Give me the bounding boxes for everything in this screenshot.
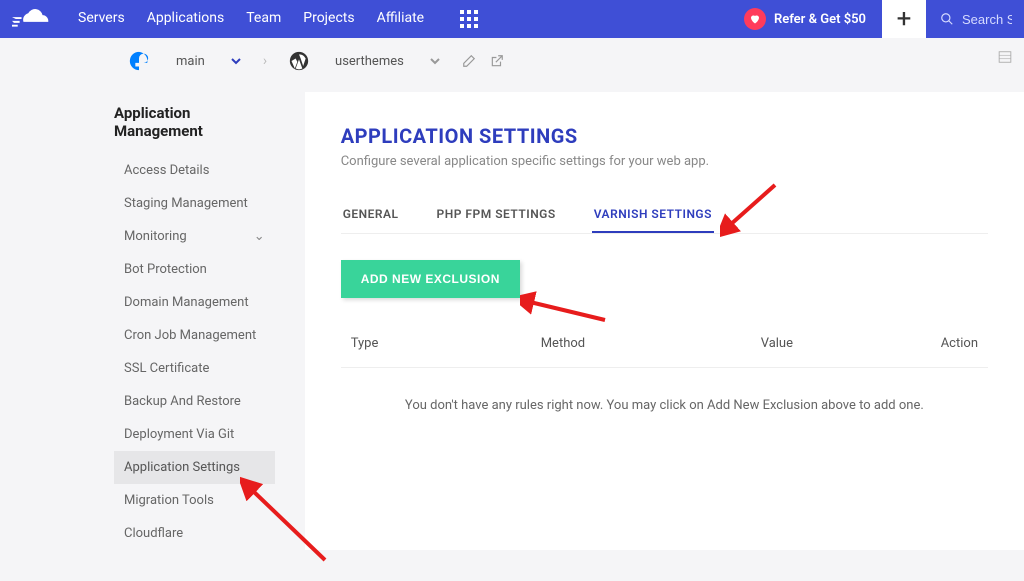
col-type: Type [351, 336, 541, 351]
table-header: Type Method Value Action [341, 320, 988, 367]
server-name: main [176, 54, 205, 69]
list-view-icon[interactable] [998, 50, 1012, 64]
sidebar-item-cloudflare[interactable]: Cloudflare [114, 517, 275, 550]
col-value: Value [761, 336, 941, 351]
nav-team[interactable]: Team [246, 10, 281, 28]
sidebar-item-appsettings[interactable]: Application Settings [114, 451, 275, 484]
breadcrumb: main › userthemes [0, 38, 1024, 84]
sidebar-item-access[interactable]: Access Details [114, 154, 275, 187]
sidebar-item-bot[interactable]: Bot Protection [114, 253, 275, 286]
nav-projects[interactable]: Projects [303, 10, 354, 28]
sidebar: Application Management Access Details St… [114, 84, 275, 550]
chevron-down-icon [231, 56, 241, 66]
app-name: userthemes [335, 54, 404, 69]
page-subtitle: Configure several application specific s… [341, 154, 988, 169]
search-box[interactable] [926, 12, 1012, 27]
sidebar-title: Application Management [114, 104, 275, 140]
server-selector[interactable]: main [120, 46, 249, 76]
sidebar-item-backup[interactable]: Backup And Restore [114, 385, 275, 418]
sidebar-item-staging[interactable]: Staging Management [114, 187, 275, 220]
add-exclusion-button[interactable]: ADD NEW EXCLUSION [341, 260, 520, 298]
chevron-right-icon: › [263, 53, 267, 69]
sidebar-item-migration[interactable]: Migration Tools [114, 484, 275, 517]
app-selector[interactable]: userthemes [281, 47, 448, 75]
empty-state: You don't have any rules right now. You … [341, 367, 988, 443]
chevron-down-icon: ⌄ [254, 229, 265, 244]
sidebar-item-domain[interactable]: Domain Management [114, 286, 275, 319]
external-link-icon[interactable] [490, 54, 504, 68]
sidebar-item-label: Monitoring [124, 229, 187, 244]
sidebar-item-cron[interactable]: Cron Job Management [114, 319, 275, 352]
edit-icon[interactable] [462, 54, 476, 68]
main-panel: APPLICATION SETTINGS Configure several a… [305, 92, 1024, 550]
sidebar-item-ssl[interactable]: SSL Certificate [114, 352, 275, 385]
page-title: APPLICATION SETTINGS [341, 124, 988, 148]
top-nav: Servers Applications Team Projects Affil… [78, 10, 744, 28]
refer-label: Refer & Get $50 [774, 12, 866, 27]
tab-general[interactable]: GENERAL [341, 197, 401, 233]
search-icon [940, 12, 954, 26]
wordpress-icon [289, 51, 309, 71]
add-button[interactable]: + [882, 0, 926, 38]
col-action: Action [941, 336, 978, 351]
nav-affiliate[interactable]: Affiliate [377, 10, 425, 28]
tab-phpfpm[interactable]: PHP FPM SETTINGS [435, 197, 558, 233]
search-input[interactable] [962, 12, 1012, 27]
sidebar-item-deploy[interactable]: Deployment Via Git [114, 418, 275, 451]
nav-servers[interactable]: Servers [78, 10, 125, 28]
apps-grid-icon[interactable] [460, 10, 478, 28]
nav-applications[interactable]: Applications [147, 10, 225, 28]
chevron-down-icon [430, 56, 440, 66]
tabs: GENERAL PHP FPM SETTINGS VARNISH SETTING… [341, 197, 988, 234]
digitalocean-icon [128, 50, 150, 72]
refer-link[interactable]: Refer & Get $50 [744, 8, 866, 30]
sidebar-item-monitoring[interactable]: Monitoring ⌄ [114, 220, 275, 253]
col-method: Method [541, 336, 761, 351]
heart-icon [744, 8, 766, 30]
tab-varnish[interactable]: VARNISH SETTINGS [592, 197, 714, 233]
cloudways-logo[interactable] [12, 7, 54, 31]
